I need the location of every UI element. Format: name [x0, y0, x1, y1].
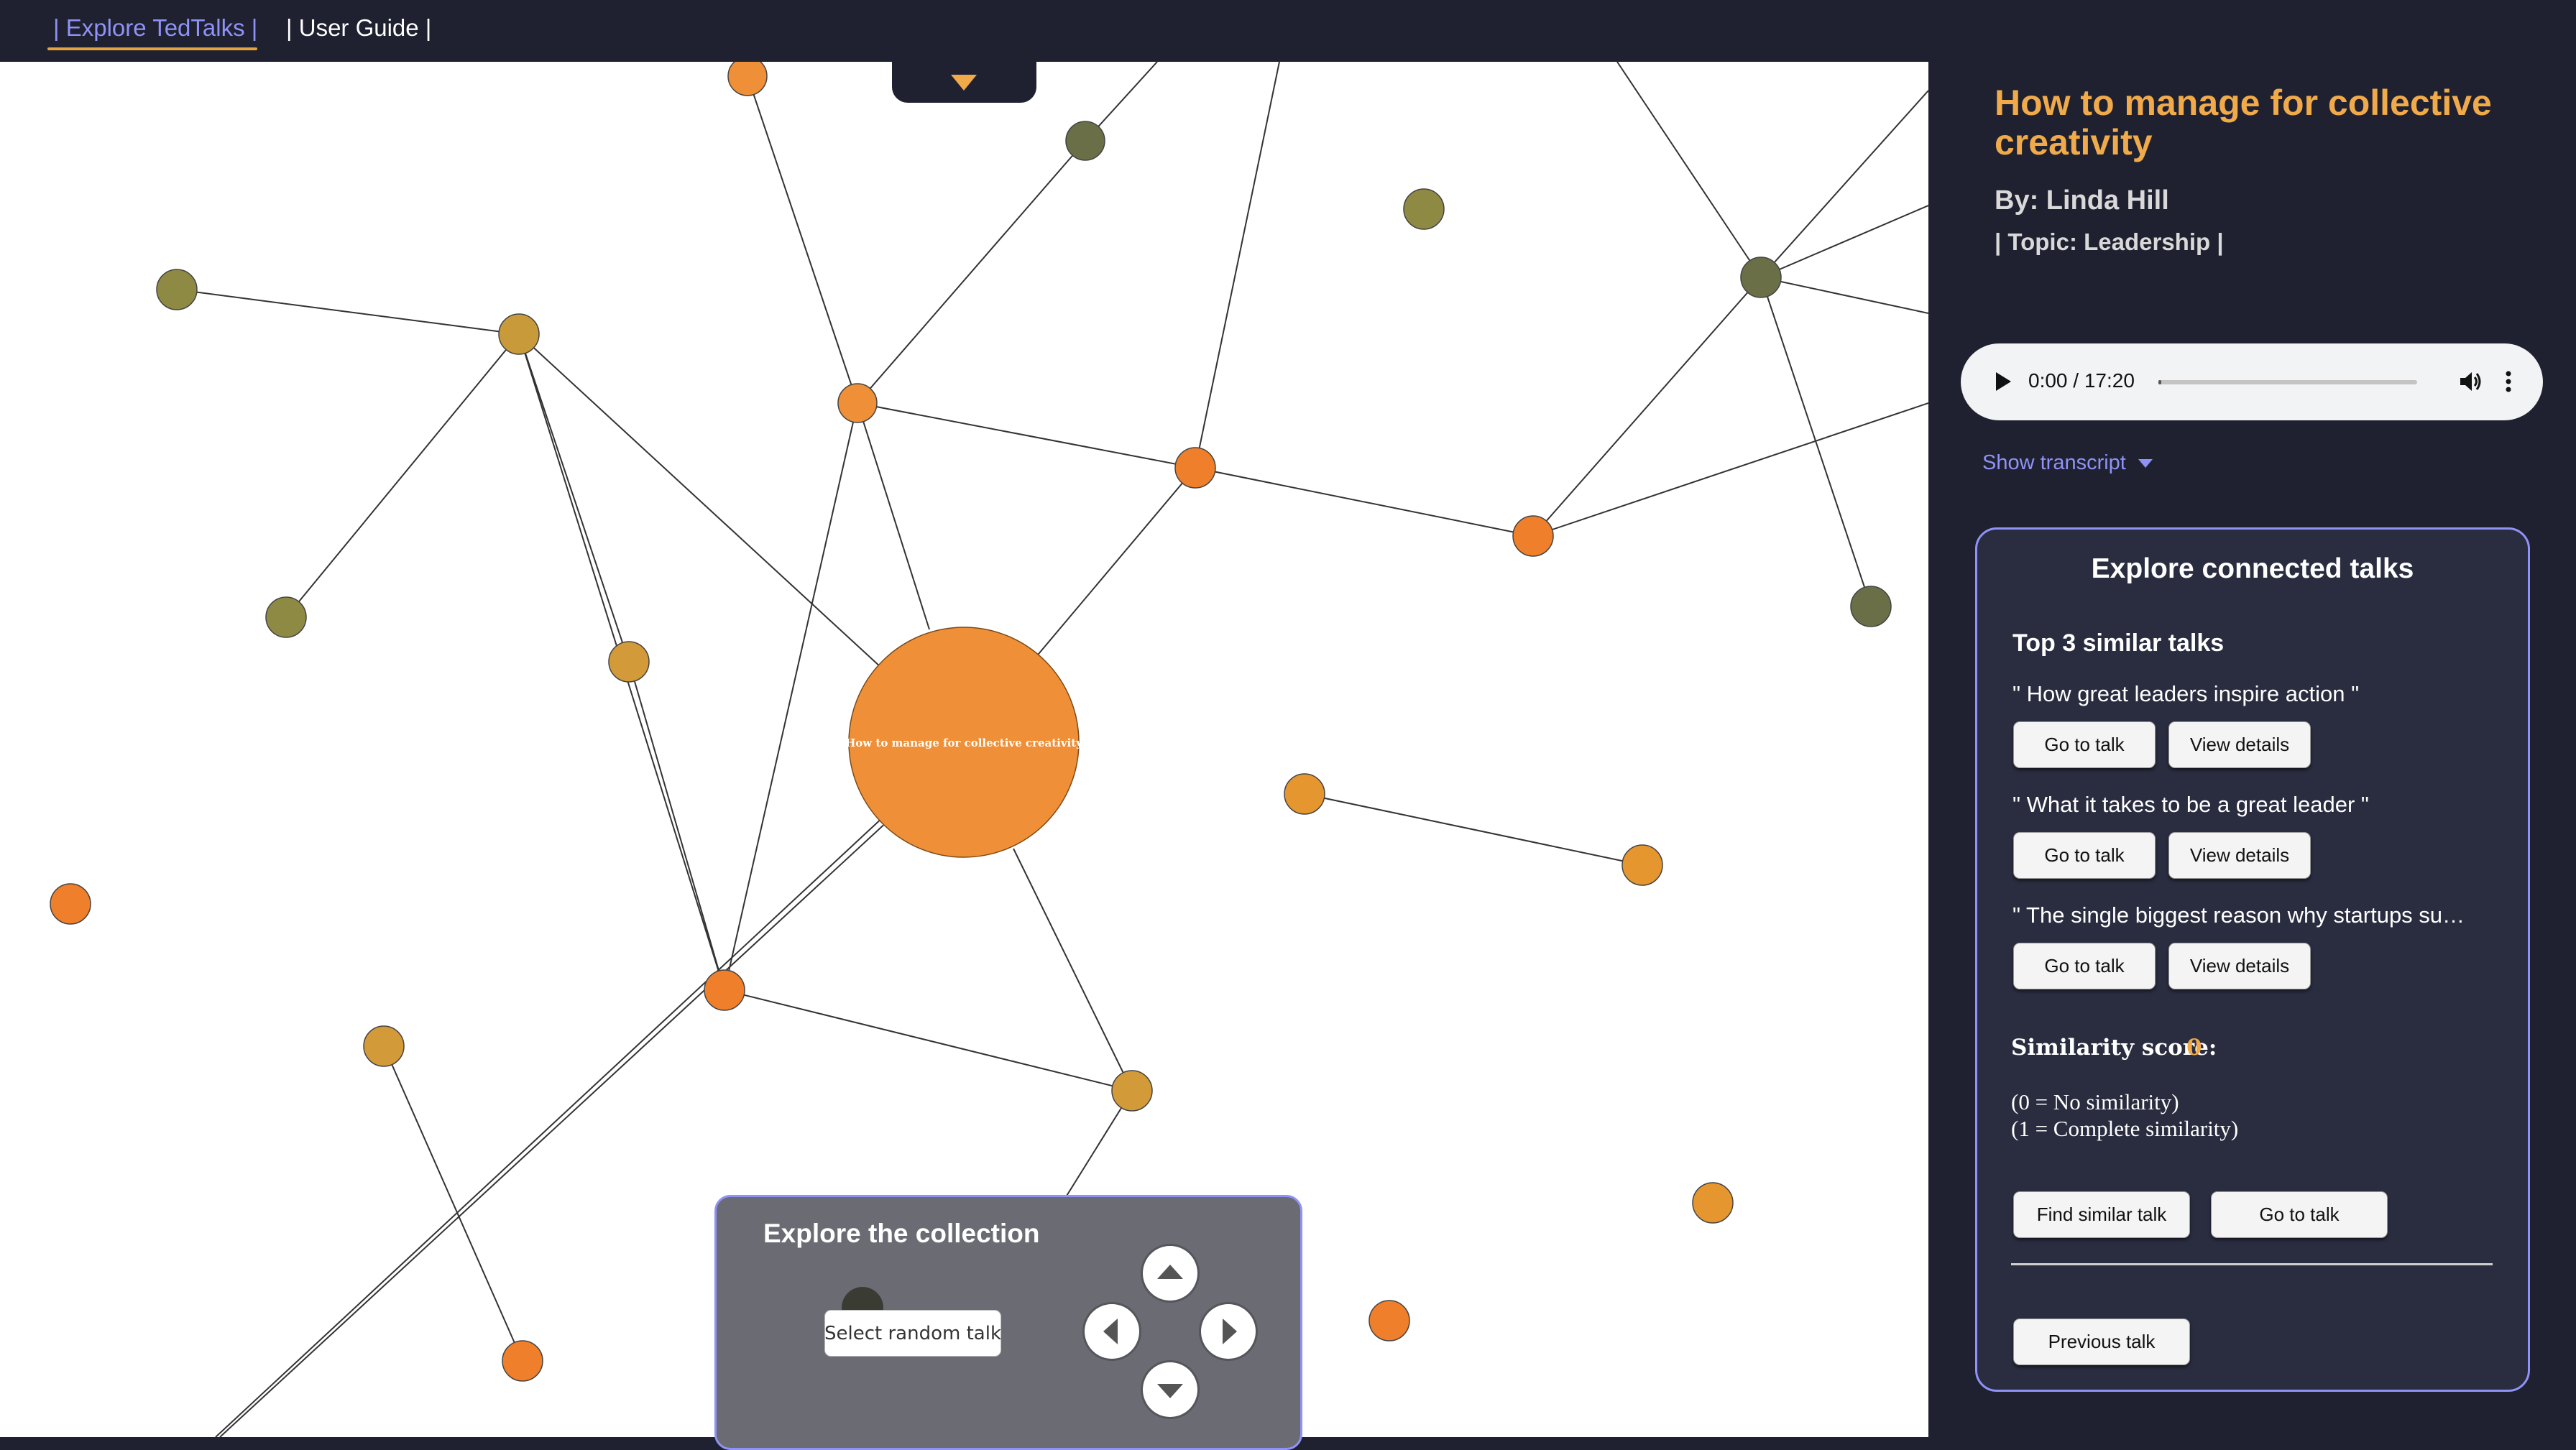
audio-progress-track[interactable]	[2158, 380, 2417, 384]
previous-talk-button[interactable]: Previous talk	[2013, 1319, 2190, 1365]
navigate-right-button[interactable]	[1201, 1304, 1256, 1359]
graph-edge	[1034, 467, 1196, 659]
graph-node[interactable]	[1692, 1182, 1734, 1224]
graph-edge	[1195, 62, 1280, 468]
down-arrow-icon	[1157, 1384, 1183, 1398]
chevron-down-icon	[2138, 459, 2153, 468]
graph-node[interactable]	[1111, 1070, 1153, 1112]
graph-edge	[724, 989, 1133, 1091]
graph-edge	[518, 333, 882, 668]
more-options-icon[interactable]	[2504, 369, 2513, 394]
graph-node[interactable]	[1368, 1300, 1410, 1342]
talk-title: How to manage for collective creativity	[1995, 83, 2492, 162]
graph-edge	[628, 661, 725, 991]
graph-node[interactable]	[502, 1340, 543, 1382]
play-icon[interactable]	[1994, 371, 2012, 392]
graph-node[interactable]	[156, 269, 198, 310]
panel-divider	[2011, 1263, 2493, 1265]
similarity-legend-zero: (0 = No similarity)	[2011, 1089, 2179, 1114]
nav-explore-tedtalks[interactable]: | Explore TedTalks |	[53, 14, 257, 42]
similarity-score-value: 0	[2186, 1035, 2202, 1061]
center-node[interactable]: How to manage for collective creativity	[845, 627, 1083, 858]
navigate-left-button[interactable]	[1085, 1304, 1139, 1359]
graph-node[interactable]	[608, 641, 650, 683]
right-arrow-icon	[1223, 1319, 1237, 1344]
graph-node[interactable]	[837, 383, 878, 423]
graph-node[interactable]	[1740, 257, 1782, 298]
graph-edge	[857, 402, 1196, 468]
graph-edge	[747, 75, 858, 404]
graph-edge	[518, 333, 630, 662]
select-random-talk-button[interactable]: Select random talk	[824, 1310, 1001, 1357]
graph-node[interactable]	[1403, 188, 1445, 230]
similar-talk-title: " How great leaders inspire action "	[2012, 681, 2360, 706]
volume-icon[interactable]	[2458, 369, 2484, 394]
graph-node[interactable]	[1850, 586, 1892, 627]
similar-view-details-button[interactable]: View details	[2168, 721, 2311, 768]
audio-player[interactable]: 0:00 / 17:20	[1961, 343, 2543, 420]
graph-node[interactable]	[727, 62, 768, 96]
explore-collection-title: Explore the collection	[763, 1219, 1040, 1248]
similar-go-to-talk-button[interactable]: Go to talk	[2013, 943, 2156, 989]
graph-edge	[1760, 205, 1928, 278]
graph-node[interactable]	[1512, 515, 1554, 557]
graph-edge	[1760, 90, 1928, 278]
left-arrow-icon	[1103, 1319, 1118, 1344]
navigate-up-button[interactable]	[1143, 1246, 1197, 1301]
top-similar-label: Top 3 similar talks	[2012, 629, 2225, 657]
graph-edge	[285, 333, 520, 618]
graph-node[interactable]	[50, 883, 91, 925]
top-nav-bar: | Explore TedTalks | | User Guide |	[0, 0, 2576, 62]
audio-progress-fill	[2158, 380, 2161, 384]
center-node-label: How to manage for collective creativity	[845, 736, 1083, 749]
similar-go-to-talk-button[interactable]: Go to talk	[2013, 832, 2156, 879]
collapse-toggle-tab[interactable]	[892, 62, 1036, 103]
go-to-talk-button[interactable]: Go to talk	[2211, 1191, 2388, 1238]
graph-edge	[857, 402, 930, 630]
triangle-down-icon	[951, 75, 977, 91]
nav-user-guide[interactable]: | User Guide |	[286, 14, 431, 42]
up-arrow-icon	[1157, 1265, 1183, 1279]
talk-topic: | Topic: Leadership |	[1995, 228, 2224, 255]
graph-edge	[1304, 793, 1643, 866]
navigate-down-button[interactable]	[1143, 1362, 1197, 1417]
audio-time: 0:00 / 17:20	[2028, 369, 2135, 392]
nav-active-underline	[47, 47, 257, 50]
talk-author: By: Linda Hill	[1995, 185, 2169, 216]
graph-node[interactable]	[265, 596, 307, 638]
graph-node[interactable]	[1174, 447, 1216, 489]
graph-edge	[1760, 277, 1872, 607]
explore-collection-panel: Explore the collection Select random tal…	[714, 1195, 1302, 1450]
graph-edge	[857, 140, 1086, 404]
find-similar-talk-button[interactable]: Find similar talk	[2013, 1191, 2190, 1238]
graph-edge	[1760, 277, 1928, 314]
similar-view-details-button[interactable]: View details	[2168, 832, 2311, 879]
connected-talks-heading: Explore connected talks	[2091, 553, 2414, 584]
graph-node[interactable]	[363, 1025, 405, 1067]
show-transcript-toggle[interactable]: Show transcript	[1982, 451, 2153, 475]
graph-node[interactable]	[1284, 773, 1325, 815]
graph-edge	[176, 289, 520, 335]
show-transcript-label: Show transcript	[1982, 451, 2126, 474]
similar-talk-title: " The single biggest reason why startups…	[2012, 902, 2472, 928]
graph-node[interactable]	[1622, 844, 1663, 886]
graph-node[interactable]	[704, 969, 745, 1011]
graph-edge	[1013, 848, 1133, 1091]
graph-edge	[383, 1045, 523, 1362]
graph-edge	[1195, 467, 1534, 537]
similar-talk-title: " What it takes to be a great leader "	[2012, 792, 2369, 817]
similarity-legend-one: (1 = Complete similarity)	[2011, 1116, 2239, 1141]
graph-edge	[1616, 62, 1762, 278]
graph-node[interactable]	[498, 313, 540, 355]
similar-view-details-button[interactable]: View details	[2168, 943, 2311, 989]
similar-go-to-talk-button[interactable]: Go to talk	[2013, 721, 2156, 768]
graph-node[interactable]	[1065, 121, 1105, 161]
